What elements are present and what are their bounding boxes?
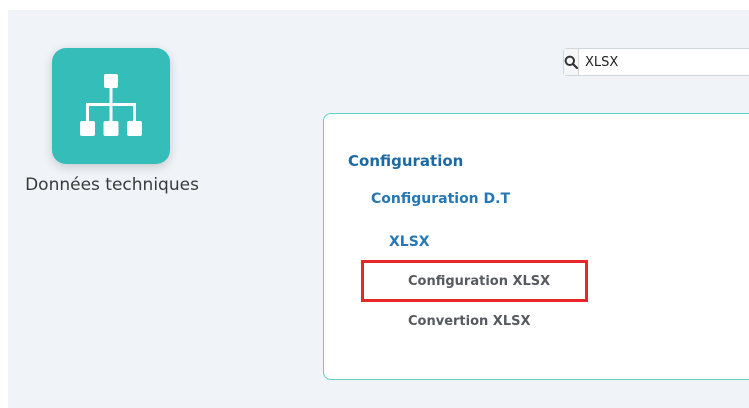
result-configuration[interactable]: Configuration: [348, 152, 463, 170]
search-box: [563, 48, 749, 76]
search-button[interactable]: [564, 49, 579, 75]
result-xlsx[interactable]: XLSX: [389, 234, 430, 250]
result-configuration-dt[interactable]: Configuration D.T: [371, 191, 510, 207]
search-input[interactable]: [579, 49, 749, 75]
donnees-techniques-tile[interactable]: [52, 48, 170, 164]
result-convertion-xlsx[interactable]: Convertion XLSX: [408, 314, 531, 329]
search-icon: [564, 55, 578, 69]
highlight-box: [361, 260, 588, 302]
sitemap-icon: [80, 74, 142, 136]
search-results-panel: Configuration Configuration D.T XLSX Con…: [323, 113, 749, 380]
app-label[interactable]: Données techniques: [22, 175, 202, 195]
